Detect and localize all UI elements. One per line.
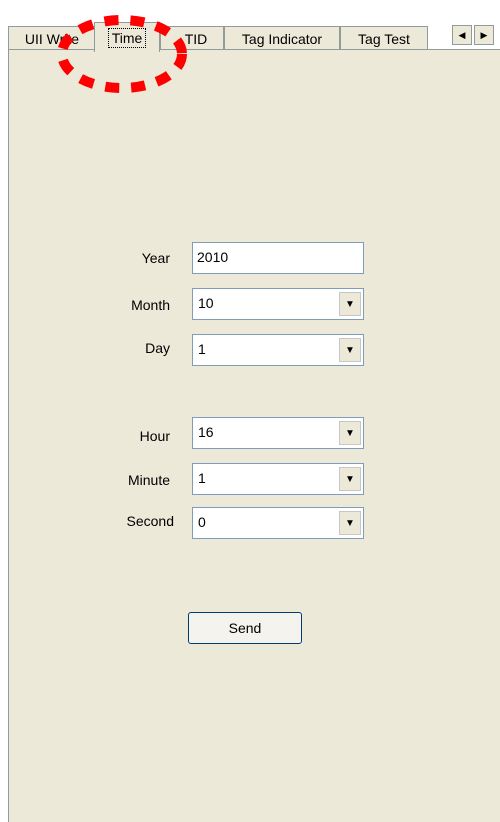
chevron-down-icon[interactable]: ▼ (339, 511, 361, 535)
month-value: 10 (198, 295, 214, 311)
hour-select[interactable]: 16 ▼ (192, 417, 364, 449)
second-value: 0 (198, 514, 206, 530)
chevron-down-icon[interactable]: ▼ (339, 467, 361, 491)
minute-select[interactable]: 1 ▼ (192, 463, 364, 495)
month-label: Month (131, 297, 170, 313)
second-select[interactable]: 0 ▼ (192, 507, 364, 539)
chevron-down-icon[interactable]: ▼ (339, 292, 361, 316)
second-label: Second (126, 513, 174, 529)
minute-label: Minute (127, 472, 170, 488)
year-label: Year (141, 250, 170, 266)
hour-value: 16 (198, 424, 214, 440)
chevron-down-icon[interactable]: ▼ (339, 338, 361, 362)
day-select[interactable]: 1 ▼ (192, 334, 364, 366)
hour-label: Hour (139, 428, 170, 444)
minute-value: 1 (198, 470, 206, 486)
day-value: 1 (198, 341, 206, 357)
chevron-down-icon[interactable]: ▼ (339, 421, 361, 445)
year-input[interactable]: 2010 (192, 242, 364, 274)
day-label: Day (145, 340, 170, 356)
month-select[interactable]: 10 ▼ (192, 288, 364, 320)
send-button[interactable]: Send (188, 612, 302, 644)
